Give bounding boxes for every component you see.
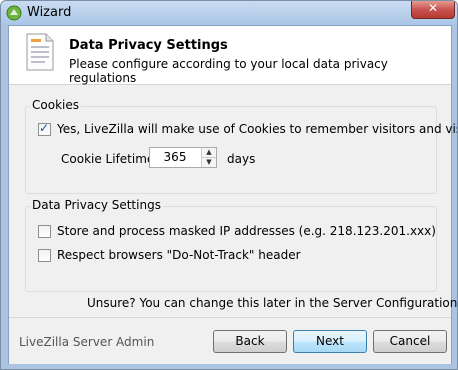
cookie-lifetime-unit: days <box>227 152 256 166</box>
back-button[interactable]: Back <box>213 330 287 353</box>
privacy-group-label: Data Privacy Settings <box>30 198 163 212</box>
app-label: LiveZilla Server Admin <box>19 335 155 349</box>
close-icon: ✕ <box>427 1 439 15</box>
hint-text: Unsure? You can change this later in the… <box>87 296 458 310</box>
masked-ip-checkbox[interactable] <box>38 225 51 238</box>
stepper-up-icon[interactable]: ▲ <box>202 148 216 158</box>
checkmark-icon: ✓ <box>39 121 50 135</box>
use-cookies-label: Yes, LiveZilla will make use of Cookies … <box>57 122 457 136</box>
cookie-lifetime-stepper[interactable]: 365 ▲ ▼ <box>149 147 217 168</box>
title-bar[interactable]: Wizard ✕ <box>1 1 457 25</box>
page-subtitle: Please configure according to your local… <box>69 57 388 85</box>
cookies-group-label: Cookies <box>30 98 81 112</box>
wizard-footer: LiveZilla Server Admin Back Next Cancel <box>9 317 451 364</box>
close-button[interactable]: ✕ <box>411 1 455 19</box>
stepper-down-icon[interactable]: ▼ <box>202 158 216 167</box>
wizard-header: Data Privacy Settings Please configure a… <box>9 26 451 85</box>
wizard-body: Cookies ✓ Yes, LiveZilla will make use o… <box>9 85 457 317</box>
cookies-group <box>25 106 437 194</box>
cancel-button[interactable]: Cancel <box>373 330 447 353</box>
stepper-buttons: ▲ ▼ <box>201 148 216 167</box>
wizard-window: Wizard ✕ Data Privacy Settings Please co… <box>0 0 458 370</box>
wizard-content: Data Privacy Settings Please configure a… <box>8 25 457 364</box>
page-title: Data Privacy Settings <box>69 38 228 53</box>
masked-ip-label: Store and process masked IP addresses (e… <box>57 224 436 238</box>
cookie-lifetime-label: Cookie Lifetime: <box>61 152 159 166</box>
cookie-lifetime-value[interactable]: 365 <box>150 150 200 164</box>
document-icon <box>26 33 54 71</box>
do-not-track-label: Respect browsers "Do-Not-Track" header <box>57 248 301 262</box>
window-title: Wizard <box>27 5 72 20</box>
do-not-track-checkbox[interactable] <box>38 249 51 262</box>
next-button[interactable]: Next <box>293 330 367 353</box>
livezilla-icon <box>6 5 22 21</box>
use-cookies-checkbox[interactable]: ✓ <box>38 121 51 136</box>
